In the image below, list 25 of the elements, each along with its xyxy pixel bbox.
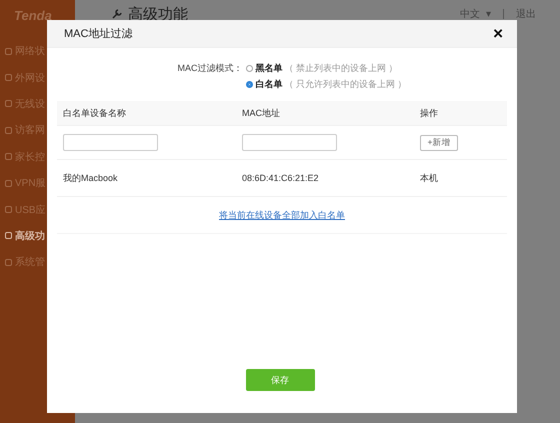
caret-icon: ▾ [486,8,491,20]
save-button[interactable]: 保存 [246,369,314,391]
add-all-online-link[interactable]: 将当前在线设备全部加入白名单 [219,208,345,222]
option-label[interactable]: 黑名单 [255,62,282,75]
wrench-icon [112,9,122,19]
column-header: 操作 [420,106,439,120]
option-label[interactable]: 白名单 [255,78,282,91]
sidebar-item[interactable]: 高级功 [0,222,45,250]
close-button[interactable]: × [493,25,503,42]
option-note: （ 禁止列表中的设备上网 ） [284,62,398,75]
table-cell-text: 我的Macbook [63,172,119,184]
radio-button[interactable] [246,81,254,88]
device-name-field[interactable] [63,134,158,151]
filter-mode-label: MAC过滤模式： [177,62,242,75]
radio-button[interactable] [246,65,254,72]
column-header: MAC地址 [242,106,281,120]
option-note: （ 只允许列表中的设备上网 ） [284,78,406,91]
table-cell-text: 本机 [420,172,439,184]
table-cell-text: 08:6D:41:C6:21:E2 [242,173,320,183]
add-button[interactable]: +新增 [420,134,458,150]
dialog-title: MAC地址过滤 [64,27,132,41]
logout-link[interactable]: 退出 [516,7,536,21]
language-select[interactable]: 中文 [460,7,480,21]
mac-address-field[interactable] [242,134,337,151]
column-header: 白名单设备名称 [63,106,127,120]
